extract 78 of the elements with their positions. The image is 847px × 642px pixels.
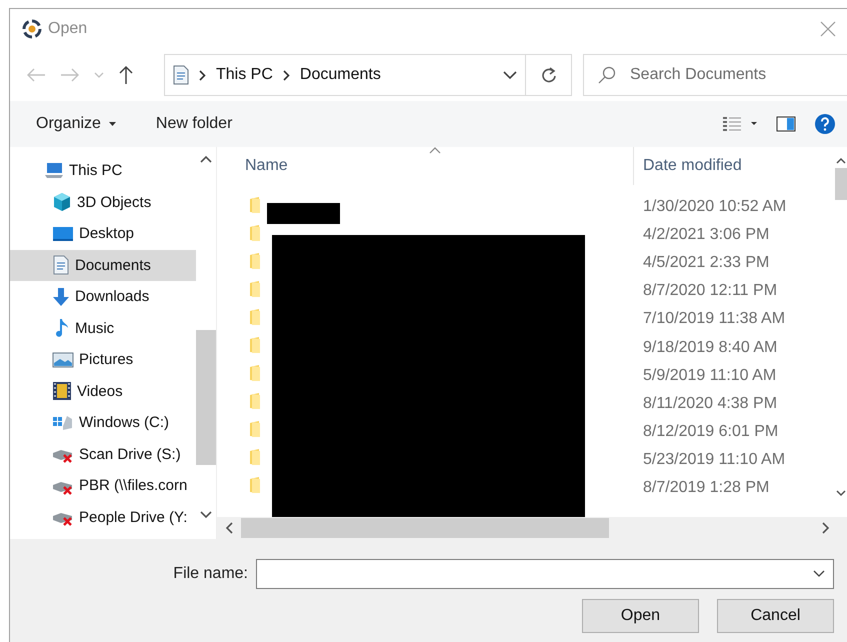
scroll-left-icon[interactable] [225, 522, 233, 534]
nav-tree-item[interactable]: Scan Drive (S:) [10, 438, 196, 470]
nav-tree-item[interactable]: Downloads [10, 281, 196, 312]
date-cell-text: 4/5/2021 2:33 PM [642, 254, 770, 272]
folder-icon [249, 336, 261, 354]
date-cell-text: 4/2/2021 3:06 PM [642, 226, 770, 244]
breadcrumb-link[interactable]: This PC [216, 66, 273, 84]
folder-icon [249, 280, 261, 298]
cube-icon [52, 192, 72, 212]
nav-tree-item[interactable]: Windows (C:) [10, 407, 196, 438]
cancel-button[interactable]: Cancel [717, 599, 834, 633]
nav-tree-item[interactable]: 3D Objects [10, 186, 196, 218]
help-icon[interactable] [814, 113, 836, 135]
caret-icon [108, 122, 116, 126]
date-cell-text: 9/18/2019 8:40 AM [642, 338, 778, 357]
file-name-label: File name: [173, 565, 248, 583]
date-cell-text: 5/23/2019 11:10 AM [642, 450, 786, 469]
date-cell-text: 7/10/2019 11:38 AM [642, 310, 786, 328]
scrollbar-thumb[interactable] [196, 330, 216, 465]
date-cell-text: 8/7/2020 12:11 PM [642, 282, 778, 300]
folder-icon [249, 196, 261, 214]
date-cell-text: 8/12/2019 6:01 PM [642, 422, 778, 441]
breadcrumb-link[interactable]: Documents [300, 66, 381, 84]
nav-tree-item[interactable]: People Drive (Y: [10, 502, 196, 533]
file-name-field[interactable] [256, 559, 834, 589]
folder-icon [249, 364, 261, 382]
column-header[interactable]: Name [245, 157, 288, 174]
close-icon[interactable] [820, 21, 836, 37]
folder-icon [249, 476, 261, 494]
folder-icon [249, 448, 261, 466]
organize-menu-button[interactable]: Organize [28, 111, 124, 137]
scroll-up-icon[interactable] [836, 157, 846, 164]
refresh-icon[interactable] [540, 66, 556, 84]
nav-tree-item[interactable]: Videos [10, 376, 196, 407]
desktop-icon [52, 224, 74, 243]
window-title: Open [48, 20, 88, 38]
nav-tree-item[interactable]: Music [10, 312, 196, 344]
picture-icon [52, 350, 74, 369]
film-icon [52, 381, 72, 402]
nav-tree-item[interactable]: PBR (\\files.corn [10, 470, 196, 502]
scroll-down-icon[interactable] [836, 490, 846, 497]
view-options-icon[interactable] [722, 116, 758, 132]
download-arrow-icon [52, 286, 70, 307]
folder-icon [249, 308, 261, 326]
app-icon [22, 19, 42, 39]
document-icon [173, 65, 189, 85]
date-cell-text: 8/7/2019 1:28 PM [642, 478, 770, 497]
nav-tree-item[interactable]: Documents [10, 250, 196, 281]
scrollbar-thumb[interactable] [241, 518, 609, 538]
folder-icon [249, 224, 261, 242]
nav-tree-item[interactable]: Pictures [10, 344, 196, 376]
column-header[interactable]: Date modified [643, 157, 742, 175]
folder-icon [249, 392, 261, 410]
toolbar-button[interactable]: New folder [148, 111, 240, 137]
scroll-down-icon[interactable] [200, 511, 212, 519]
nav-tree-item[interactable]: Desktop [10, 218, 196, 250]
computer-icon [44, 162, 64, 180]
scroll-right-icon[interactable] [822, 522, 830, 534]
date-cell-text: 8/11/2020 4:38 PM [642, 394, 778, 413]
open-button[interactable]: Open [582, 599, 699, 633]
date-cell-text: 5/9/2019 11:10 AM [642, 366, 776, 385]
preview-pane-icon[interactable] [776, 116, 796, 132]
drive-icon [52, 414, 74, 432]
up-arrow-icon[interactable] [118, 65, 134, 85]
chevron-down-icon[interactable] [503, 70, 517, 80]
folder-icon [249, 252, 261, 270]
nav-tree-item[interactable]: This PC [10, 155, 196, 186]
scrollbar-thumb[interactable] [835, 168, 847, 200]
breadcrumb-chevron-icon [282, 70, 290, 80]
search-field[interactable]: Search Documents [583, 54, 847, 96]
search-icon [598, 66, 616, 84]
chevron-down-icon[interactable] [813, 570, 825, 578]
date-cell-text: 1/30/2020 10:52 AM [642, 198, 786, 216]
scroll-up-icon[interactable] [200, 155, 212, 163]
folder-icon [249, 420, 261, 438]
address-bar[interactable]: This PC Documents [164, 54, 526, 96]
breadcrumb-chevron-icon [199, 70, 206, 80]
document-icon [52, 255, 70, 276]
